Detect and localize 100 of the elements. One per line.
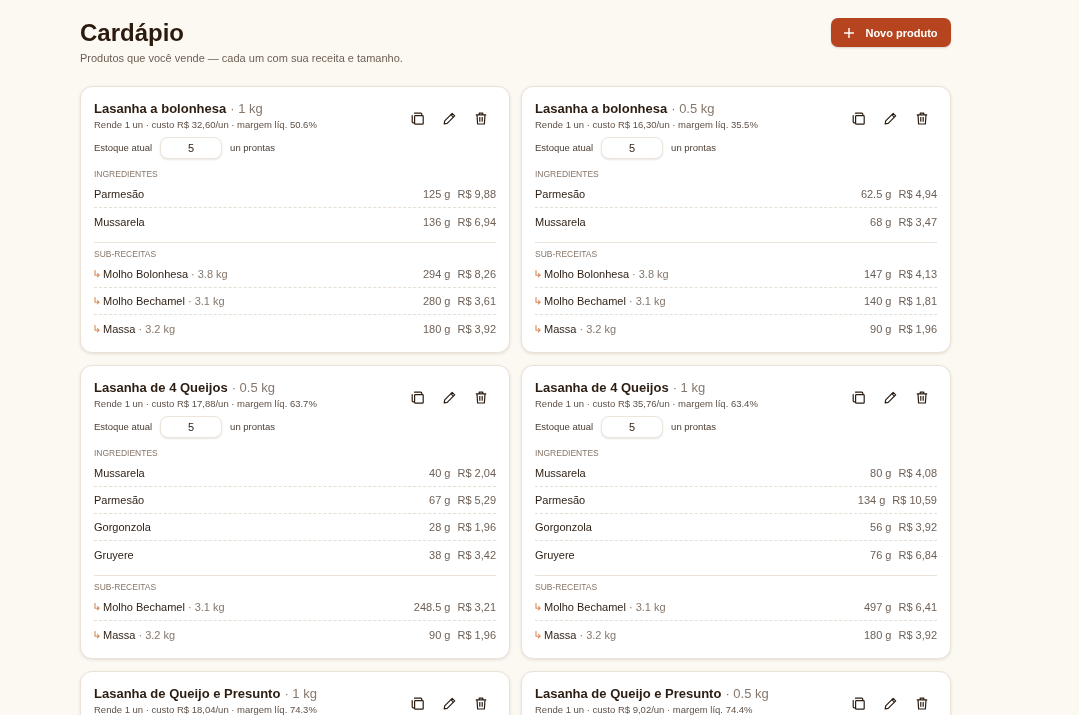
product-summary: Rende 1 un · custo R$ 9,02/un · margem líq. 74.4% <box>535 703 754 715</box>
ingredient-name: Mussarela <box>535 467 586 479</box>
ingredient-name: Parmesão <box>94 494 145 506</box>
stock-unit: un prontas <box>671 421 716 433</box>
corner-arrow-icon <box>94 297 100 305</box>
pencil-icon <box>442 390 456 404</box>
product-summary: Rende 1 un · custo R$ 16,30/un · margem líq. 35.5% <box>535 118 758 131</box>
ingredient-name: Parmesão <box>94 188 145 200</box>
subrecipe-cost: R$ 3,92 <box>898 628 937 641</box>
ingredient-quantity: 80 g <box>870 467 892 479</box>
copy-icon <box>410 111 424 125</box>
subrecipe-cost: R$ 4,13 <box>898 268 937 280</box>
subrecipe-size: · 3.8 kg <box>632 268 669 280</box>
ingredient-quantity: 28 g <box>429 521 451 533</box>
section-label: SUB-RECEITAS <box>535 581 599 593</box>
corner-arrow-icon <box>94 324 100 333</box>
product-name: Lasanha de 4 Queijos <box>94 379 228 397</box>
product-size: · 0.5 kg <box>671 100 715 118</box>
ingredient-cost: R$ 3,47 <box>898 215 937 228</box>
section-label: INGREDIENTES <box>535 168 600 180</box>
ingredient-quantity: 62.5 g <box>860 188 892 200</box>
subrecipe-size: · 3.1 kg <box>187 295 225 307</box>
ingredient-quantity: 68 g <box>870 215 892 228</box>
subrecipe-cost: R$ 8,26 <box>457 268 496 280</box>
stock-label: Estoque atual <box>535 142 594 154</box>
section-label: INGREDIENTES <box>94 168 159 180</box>
pencil-icon <box>883 696 897 710</box>
corner-arrow-icon <box>535 270 541 278</box>
stock-input[interactable]: 5 <box>601 416 664 438</box>
ingredient-cost: R$ 9,88 <box>457 188 496 200</box>
subrecipe-name: Massa <box>544 628 577 641</box>
subrecipe-name: Massa <box>103 322 136 335</box>
product-name: Lasanha a bolonhesa <box>94 100 227 118</box>
ingredient-cost: R$ 4,94 <box>898 188 937 200</box>
subrecipe-name: Molho Bechamel <box>103 295 185 307</box>
ingredient-name: Parmesão <box>535 494 586 506</box>
stock-input[interactable]: 5 <box>601 137 664 159</box>
product-summary: Rende 1 un · custo R$ 17,88/un · margem líq. 63.7% <box>94 397 317 410</box>
product-summary: Rende 1 un · custo R$ 35,76/un · margem líq. 63.4% <box>535 397 758 410</box>
ingredient-quantity: 76 g <box>870 548 892 561</box>
ingredient-name: Gruyere <box>94 548 134 561</box>
page-title: Cardápio <box>80 18 185 48</box>
corner-arrow-icon <box>94 630 100 639</box>
stock-input[interactable]: 5 <box>160 137 223 159</box>
corner-arrow-icon <box>94 270 100 278</box>
trash-icon <box>475 390 487 404</box>
copy-icon <box>410 696 424 710</box>
ingredient-name: Parmesão <box>535 188 586 200</box>
product-size: · 1 kg <box>230 100 263 118</box>
subrecipe-quantity: 90 g <box>429 628 451 641</box>
subrecipe-size: · 3.2 kg <box>138 322 176 335</box>
section-label: SUB-RECEITAS <box>94 581 158 593</box>
ingredient-cost: R$ 6,84 <box>898 548 937 561</box>
copy-icon <box>851 696 865 710</box>
copy-icon <box>851 111 865 125</box>
product-name: Lasanha a bolonhesa <box>535 100 668 118</box>
subrecipe-cost: R$ 3,61 <box>457 295 496 307</box>
subrecipe-name: Molho Bechamel <box>103 601 185 613</box>
subrecipe-name: Massa <box>103 628 136 641</box>
stock-label: Estoque atual <box>535 421 594 433</box>
ingredient-name: Mussarela <box>94 467 145 479</box>
stock-unit: un prontas <box>230 142 275 154</box>
ingredient-cost: R$ 2,04 <box>457 467 496 479</box>
subrecipe-cost: R$ 3,92 <box>457 322 496 335</box>
subrecipe-size: · 3.8 kg <box>191 268 228 280</box>
ingredient-cost: R$ 3,92 <box>898 521 937 533</box>
subrecipe-cost: R$ 1,81 <box>898 295 937 307</box>
subrecipe-size: · 3.2 kg <box>579 322 617 335</box>
product-name: Lasanha de Queijo e Presunto <box>535 685 722 703</box>
trash-icon <box>475 111 487 125</box>
ingredient-quantity: 40 g <box>429 467 451 479</box>
stock-input[interactable]: 5 <box>160 416 223 438</box>
pencil-icon <box>442 111 456 125</box>
product-size: · 1 kg <box>284 685 317 703</box>
ingredient-name: Gorgonzola <box>94 521 151 533</box>
corner-arrow-icon <box>94 603 100 611</box>
corner-arrow-icon <box>535 324 541 333</box>
ingredient-cost: R$ 5,29 <box>457 494 496 506</box>
new-product-button[interactable]: Novo produto <box>831 18 951 47</box>
subrecipe-size: · 3.2 kg <box>579 628 617 641</box>
subrecipe-cost: R$ 3,21 <box>457 601 496 613</box>
trash-icon <box>916 696 928 710</box>
pencil-icon <box>883 111 897 125</box>
corner-arrow-icon <box>535 297 541 305</box>
copy-icon <box>410 390 424 404</box>
copy-icon <box>851 390 865 404</box>
ingredient-name: Gruyere <box>535 548 575 561</box>
product-size: · 0.5 kg <box>231 379 275 397</box>
subrecipe-name: Molho Bechamel <box>544 601 626 613</box>
ingredient-quantity: 125 g <box>422 188 451 200</box>
stock-unit: un prontas <box>230 421 275 433</box>
subrecipe-quantity: 497 g <box>863 601 892 613</box>
ingredient-cost: R$ 10,59 <box>892 494 937 506</box>
product-name: Lasanha de Queijo e Presunto <box>94 685 281 703</box>
ingredient-quantity: 134 g <box>857 494 886 506</box>
subrecipe-size: · 3.1 kg <box>628 601 666 613</box>
subrecipe-size: · 3.1 kg <box>628 295 666 307</box>
pencil-icon <box>442 696 456 710</box>
stock-label: Estoque atual <box>94 142 153 154</box>
subrecipe-quantity: 180 g <box>863 628 892 641</box>
